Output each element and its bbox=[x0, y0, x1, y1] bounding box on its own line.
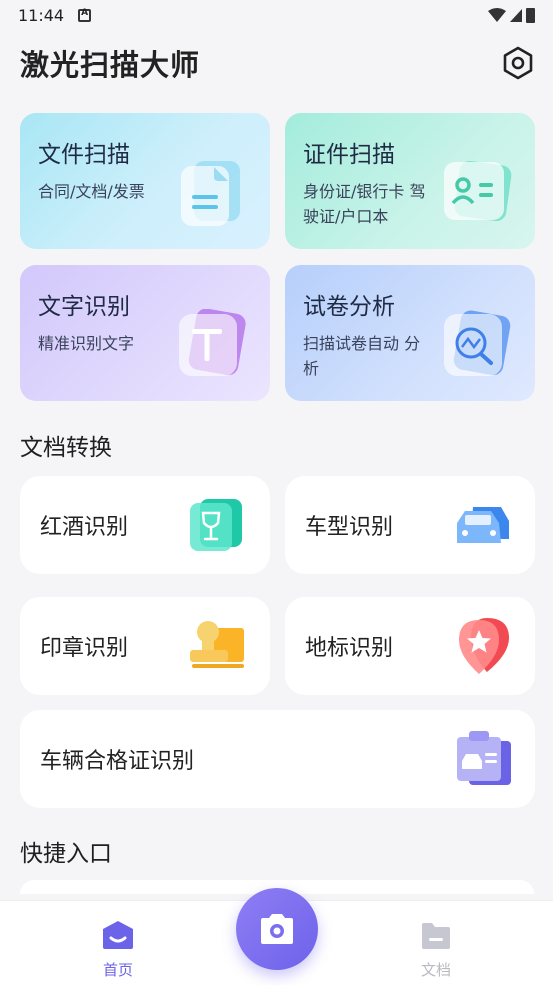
section-title-quick-entry: 快捷入口 bbox=[20, 841, 112, 867]
wine-recognition-card[interactable]: 红酒识别 bbox=[20, 476, 270, 574]
vehicle-certificate-icon bbox=[457, 731, 511, 785]
status-time: 11:44 bbox=[18, 5, 65, 25]
exam-analysis-icon bbox=[444, 310, 511, 376]
card-desc: 合同/文档/发票 bbox=[38, 182, 145, 201]
id-card-icon bbox=[444, 160, 512, 222]
tool-label: 红酒识别 bbox=[40, 515, 129, 540]
car-icon bbox=[457, 507, 509, 543]
status-bar: 11:44 bbox=[0, 0, 553, 30]
doc-scan-card[interactable]: 文件扫描 合同/文档/发票 bbox=[20, 113, 270, 249]
car-model-recognition-card[interactable]: 车型识别 bbox=[285, 476, 535, 574]
app-header: 激光扫描大师 bbox=[20, 38, 538, 88]
notification-a-icon bbox=[78, 8, 92, 22]
home-icon bbox=[103, 921, 133, 949]
app-title: 激光扫描大师 bbox=[20, 48, 201, 82]
status-indicators bbox=[488, 7, 535, 23]
settings-button[interactable] bbox=[498, 43, 538, 83]
card-desc: 精准识别文字 bbox=[38, 334, 135, 353]
text-recognition-card[interactable]: 文字识别 精准识别文字 bbox=[20, 265, 270, 401]
nav-docs-tab[interactable]: 文档 bbox=[401, 919, 471, 980]
folder-icon bbox=[422, 923, 450, 949]
camera-button[interactable] bbox=[236, 888, 318, 970]
tool-label: 地标识别 bbox=[305, 636, 394, 661]
exam-analysis-card[interactable]: 试卷分析 扫描试卷自动 分析 bbox=[285, 265, 535, 401]
wine-glass-icon bbox=[190, 499, 242, 551]
card-desc: 身份证/银行卡 驾驶证/户口本 bbox=[303, 182, 426, 226]
settings-hex-icon bbox=[503, 46, 533, 80]
text-t-icon bbox=[179, 309, 246, 376]
wifi-icon bbox=[488, 8, 506, 22]
signal-icon bbox=[510, 8, 522, 22]
tool-label: 车型识别 bbox=[305, 515, 394, 540]
landmark-recognition-card[interactable]: 地标识别 bbox=[285, 597, 535, 695]
section-title-doc-convert: 文档转换 bbox=[20, 435, 112, 461]
id-scan-card[interactable]: 证件扫描 身份证/银行卡 驾驶证/户口本 bbox=[285, 113, 535, 249]
tool-label: 印章识别 bbox=[40, 636, 129, 661]
landmark-pin-icon bbox=[459, 618, 509, 674]
vehicle-certificate-recognition-card[interactable]: 车辆合格证识别 bbox=[20, 710, 535, 808]
card-desc: 扫描试卷自动 分析 bbox=[303, 334, 421, 378]
battery-icon bbox=[526, 7, 535, 23]
stamp-recognition-card[interactable]: 印章识别 bbox=[20, 597, 270, 695]
camera-icon bbox=[261, 914, 293, 944]
nav-home-tab[interactable]: 首页 bbox=[83, 919, 153, 980]
nav-docs-label: 文档 bbox=[420, 961, 451, 979]
nav-home-label: 首页 bbox=[102, 961, 133, 979]
stamp-icon bbox=[190, 621, 244, 668]
tool-label: 车辆合格证识别 bbox=[40, 749, 195, 774]
document-icon bbox=[181, 161, 240, 226]
